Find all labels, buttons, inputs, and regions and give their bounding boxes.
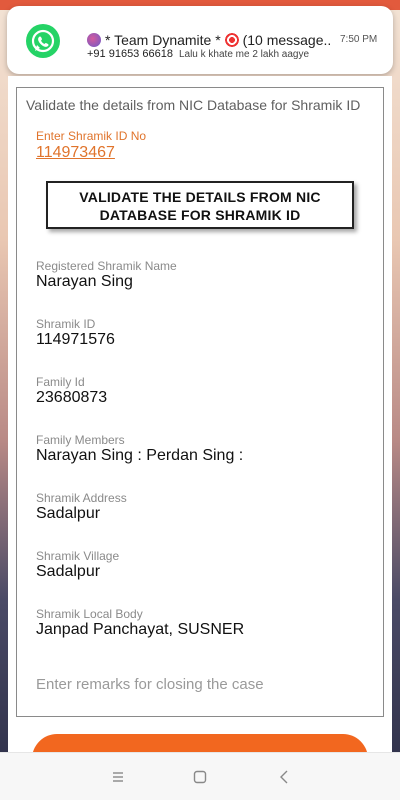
system-navigation-bar — [0, 752, 400, 800]
target-icon — [224, 33, 239, 47]
family-members-label: Family Members — [36, 433, 125, 447]
shramik-address-value: Sadalpur — [36, 505, 101, 522]
notification-sender: +91 91653 66618 — [87, 48, 173, 60]
shramik-id-field-label: Shramik ID — [36, 317, 96, 331]
shramik-village-value: Sadalpur — [36, 563, 101, 580]
performing-arts-icon — [87, 33, 101, 47]
notification-title: * Team Dynamite * (10 message.. — [87, 32, 335, 48]
whatsapp-notification[interactable]: * Team Dynamite * (10 message.. 7:50 PM … — [7, 6, 393, 74]
home-icon[interactable] — [192, 769, 208, 785]
notification-message-count: (10 message.. — [242, 32, 332, 48]
notification-time: 7:50 PM — [340, 34, 378, 45]
menu-icon[interactable] — [110, 769, 126, 785]
shramik-id-label: Enter Shramik ID No — [36, 129, 147, 143]
back-icon[interactable] — [276, 769, 292, 785]
shramik-village-label: Shramik Village — [36, 549, 120, 563]
family-members-value: Narayan Sing : Perdan Sing : — [36, 447, 244, 464]
validation-card: Validate the details from NIC Database f… — [16, 87, 384, 717]
shramik-address-label: Shramik Address — [36, 491, 127, 505]
remarks-input[interactable]: Enter remarks for closing the case — [36, 676, 264, 693]
validate-button[interactable]: VALIDATE THE DETAILS FROM NIC DATABASE F… — [46, 181, 354, 229]
local-body-value: Janpad Panchayat, SUSNER — [36, 621, 245, 638]
registered-name-label: Registered Shramik Name — [36, 259, 177, 273]
local-body-label: Shramik Local Body — [36, 607, 143, 621]
notification-line: +91 91653 66618 Lalu k khate me 2 lakh aa… — [87, 48, 309, 60]
shramik-id-input[interactable]: 114973467 — [36, 144, 115, 162]
family-id-label: Family Id — [36, 375, 85, 389]
main-panel: Validate the details from NIC Database f… — [8, 76, 392, 756]
registered-name-value: Narayan Sing — [36, 273, 133, 290]
whatsapp-icon — [26, 24, 60, 58]
shramik-id-field-value: 114971576 — [36, 331, 115, 348]
card-title: Validate the details from NIC Database f… — [26, 97, 361, 113]
notification-group-name: * Team Dynamite * — [105, 32, 221, 48]
family-id-value: 23680873 — [36, 389, 108, 406]
notification-message: Lalu k khate me 2 lakh aagye — [178, 49, 310, 60]
